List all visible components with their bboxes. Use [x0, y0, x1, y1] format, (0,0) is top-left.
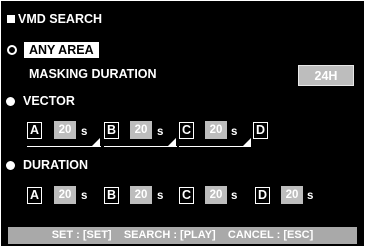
masking-duration-value-button[interactable]: 24H	[298, 65, 354, 86]
duration-area-d-unit: s	[307, 190, 314, 202]
any-area-option[interactable]: ANY AREA	[24, 42, 99, 58]
duration-area-b-box: B	[104, 187, 119, 204]
vector-option-label[interactable]: VECTOR	[23, 94, 75, 109]
vector-area-a-value[interactable]: 20	[54, 121, 76, 139]
square-icon	[7, 15, 15, 23]
duration-area-c-value[interactable]: 20	[205, 186, 227, 204]
duration-area-d-box: D	[255, 187, 270, 204]
duration-option-label[interactable]: DURATION	[23, 158, 88, 173]
vector-area-a-box: A	[27, 122, 42, 139]
duration-area-d-value[interactable]: 20	[281, 186, 303, 204]
vector-arrow-c-d-line	[179, 146, 251, 147]
vector-arrow-b-c-line	[104, 146, 177, 147]
vector-area-c-unit: s	[231, 126, 238, 138]
vector-area-a-unit: s	[81, 126, 88, 138]
duration-area-c-box: C	[179, 187, 194, 204]
vector-arrow-b-c-icon	[168, 138, 176, 146]
vector-area-b-value[interactable]: 20	[130, 121, 152, 139]
vector-area-d-box: D	[253, 122, 268, 139]
duration-area-a-value[interactable]: 20	[54, 186, 76, 204]
duration-area-b-unit: s	[157, 190, 164, 202]
vector-area-c-box: C	[179, 122, 194, 139]
vector-area-c-value[interactable]: 20	[205, 121, 227, 139]
duration-area-a-unit: s	[81, 190, 88, 202]
vector-arrow-a-b-line	[27, 146, 101, 147]
duration-area-b-value[interactable]: 20	[130, 186, 152, 204]
footer-hint-bar: SET : [SET] SEARCH : [PLAY] CANCEL : [ES…	[8, 227, 357, 244]
vmd-search-screen: VMD SEARCH ANY AREA MASKING DURATION 24H…	[1, 1, 364, 246]
duration-area-c-unit: s	[231, 190, 238, 202]
radio-selected-icon[interactable]	[6, 97, 15, 106]
vector-area-b-unit: s	[157, 126, 164, 138]
duration-area-a-box: A	[27, 187, 42, 204]
radio-selected-icon[interactable]	[6, 161, 15, 170]
masking-duration-label: MASKING DURATION	[29, 67, 157, 81]
radio-unselected-icon[interactable]	[7, 45, 17, 55]
vector-area-b-box: B	[104, 122, 119, 139]
page-title: VMD SEARCH	[18, 12, 103, 26]
vector-arrow-c-d-icon	[243, 138, 251, 146]
vector-arrow-a-b-icon	[92, 138, 100, 146]
